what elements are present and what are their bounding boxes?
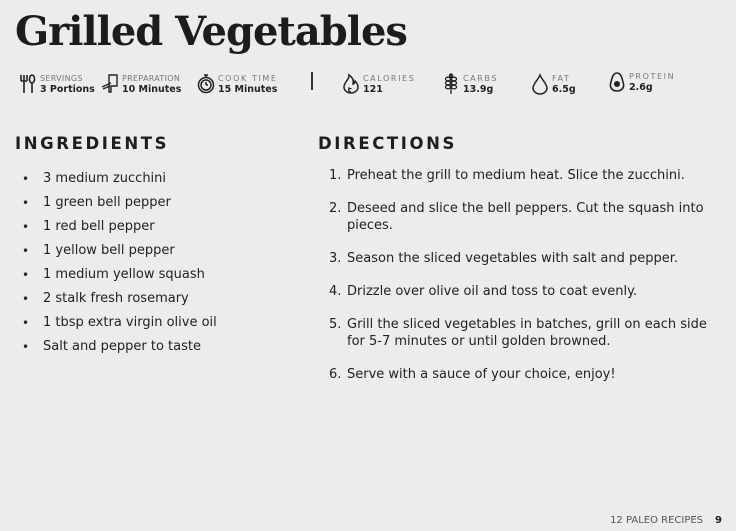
stat-label: CARBS — [463, 74, 499, 83]
direction-step: 2. Deseed and slice the bell peppers. Cut… — [329, 200, 719, 234]
drop-icon — [532, 73, 548, 95]
knife-board-icon — [101, 74, 118, 93]
ingredient-item: • 1 yellow bell pepper — [22, 239, 217, 263]
stat-fat: FAT 6.5g — [531, 70, 576, 98]
step-text: Preheat the grill to medium heat. Slice … — [347, 168, 685, 183]
ingredient-item: • 1 medium yellow squash — [22, 263, 217, 287]
stat-value: 13.9g — [463, 84, 494, 95]
stat-cook-time: COOK TIME 15 Minutes — [197, 70, 278, 98]
step-text: Deseed and slice the bell peppers. Cut t… — [347, 201, 704, 233]
avocado-icon — [609, 72, 625, 92]
stat-label: PREPARATION — [122, 74, 181, 83]
ingredient-item: • 1 green bell pepper — [22, 191, 217, 215]
fork-spoon-icon — [20, 74, 36, 93]
ingredients-list: • 3 medium zucchini • 1 green bell pepper … — [22, 167, 217, 359]
ingredient-item: • 2 stalk fresh rosemary — [22, 287, 217, 311]
stat-value: 6.5g — [552, 84, 576, 95]
direction-step: 4. Drizzle over olive oil and toss to coa… — [329, 283, 719, 300]
ingredient-item: • Salt and pepper to taste — [22, 335, 217, 359]
step-number: 5. — [329, 317, 342, 332]
step-text: Serve with a sauce of your choice, enjoy… — [347, 367, 616, 382]
stat-calories: CALORIES 121 — [342, 70, 415, 98]
stat-protein: PROTEIN 2.6g — [608, 68, 675, 96]
stat-label: FAT — [552, 74, 571, 83]
stat-preparation: PREPARATION 10 Minutes — [101, 70, 181, 98]
bullet: • — [22, 196, 30, 210]
bullet: • — [22, 316, 30, 330]
step-text: Drizzle over olive oil and toss to coat … — [347, 284, 638, 299]
ingredient-text: 3 medium zucchini — [43, 171, 167, 186]
direction-step: 3. Season the sliced vegetables with salt… — [329, 250, 719, 267]
page-number: 9 — [715, 515, 722, 526]
stat-label: CALORIES — [363, 74, 416, 83]
recipe-stats-bar: SERVINGS 3 Portions PREPARATION 10 Minutes… — [0, 70, 736, 100]
step-text: Season the sliced vegetables with salt a… — [347, 251, 678, 266]
step-number: 1. — [329, 168, 342, 183]
directions-heading: DIRECTIONS — [318, 134, 458, 153]
wheat-icon — [444, 73, 458, 94]
bullet: • — [22, 340, 30, 354]
stat-label: PROTEIN — [629, 72, 676, 81]
ingredient-text: 1 medium yellow squash — [43, 267, 205, 282]
direction-step: 6. Serve with a sauce of your choice, enj… — [329, 366, 719, 383]
bullet: • — [22, 292, 30, 306]
ingredient-text: 1 green bell pepper — [43, 195, 171, 210]
stat-value: 2.6g — [629, 82, 653, 93]
ingredient-item: • 1 red bell pepper — [22, 215, 217, 239]
ingredient-text: 2 stalk fresh rosemary — [43, 291, 189, 306]
ingredient-item: • 3 medium zucchini — [22, 167, 217, 191]
recipe-title: Grilled Vegetables — [15, 8, 408, 55]
ingredients-heading: INGREDIENTS — [15, 134, 170, 153]
directions-list: 1. Preheat the grill to medium heat. Slic… — [329, 167, 719, 399]
direction-step: 1. Preheat the grill to medium heat. Slic… — [329, 167, 719, 184]
stat-label: SERVINGS — [40, 74, 83, 83]
stats-divider — [311, 72, 313, 90]
bullet: • — [22, 220, 30, 234]
ingredient-text: 1 yellow bell pepper — [43, 243, 175, 258]
step-number: 3. — [329, 251, 342, 266]
stat-label: COOK TIME — [218, 74, 278, 83]
ingredient-text: 1 red bell pepper — [43, 219, 155, 234]
ingredient-text: Salt and pepper to taste — [43, 339, 201, 354]
stat-value: 10 Minutes — [122, 84, 182, 95]
stat-servings: SERVINGS 3 Portions — [19, 70, 95, 98]
direction-step: 5. Grill the sliced vegetables in batches… — [329, 316, 719, 350]
stat-value: 3 Portions — [40, 84, 95, 95]
page-footer: 12 PALEO RECIPES 9 — [610, 515, 722, 526]
step-number: 4. — [329, 284, 342, 299]
bullet: • — [22, 244, 30, 258]
bullet: • — [22, 268, 30, 282]
book-title: 12 PALEO RECIPES — [610, 515, 704, 526]
step-text: Grill the sliced vegetables in batches, … — [347, 317, 707, 349]
ingredient-item: • 1 tbsp extra virgin olive oil — [22, 311, 217, 335]
stopwatch-icon — [197, 74, 215, 94]
ingredient-text: 1 tbsp extra virgin olive oil — [43, 315, 217, 330]
bullet: • — [22, 172, 30, 186]
flame-icon — [343, 73, 359, 94]
step-number: 2. — [329, 201, 342, 216]
stat-value: 121 — [363, 84, 383, 95]
step-number: 6. — [329, 367, 342, 382]
stat-carbs: CARBS 13.9g — [442, 70, 498, 98]
stat-value: 15 Minutes — [218, 84, 278, 95]
